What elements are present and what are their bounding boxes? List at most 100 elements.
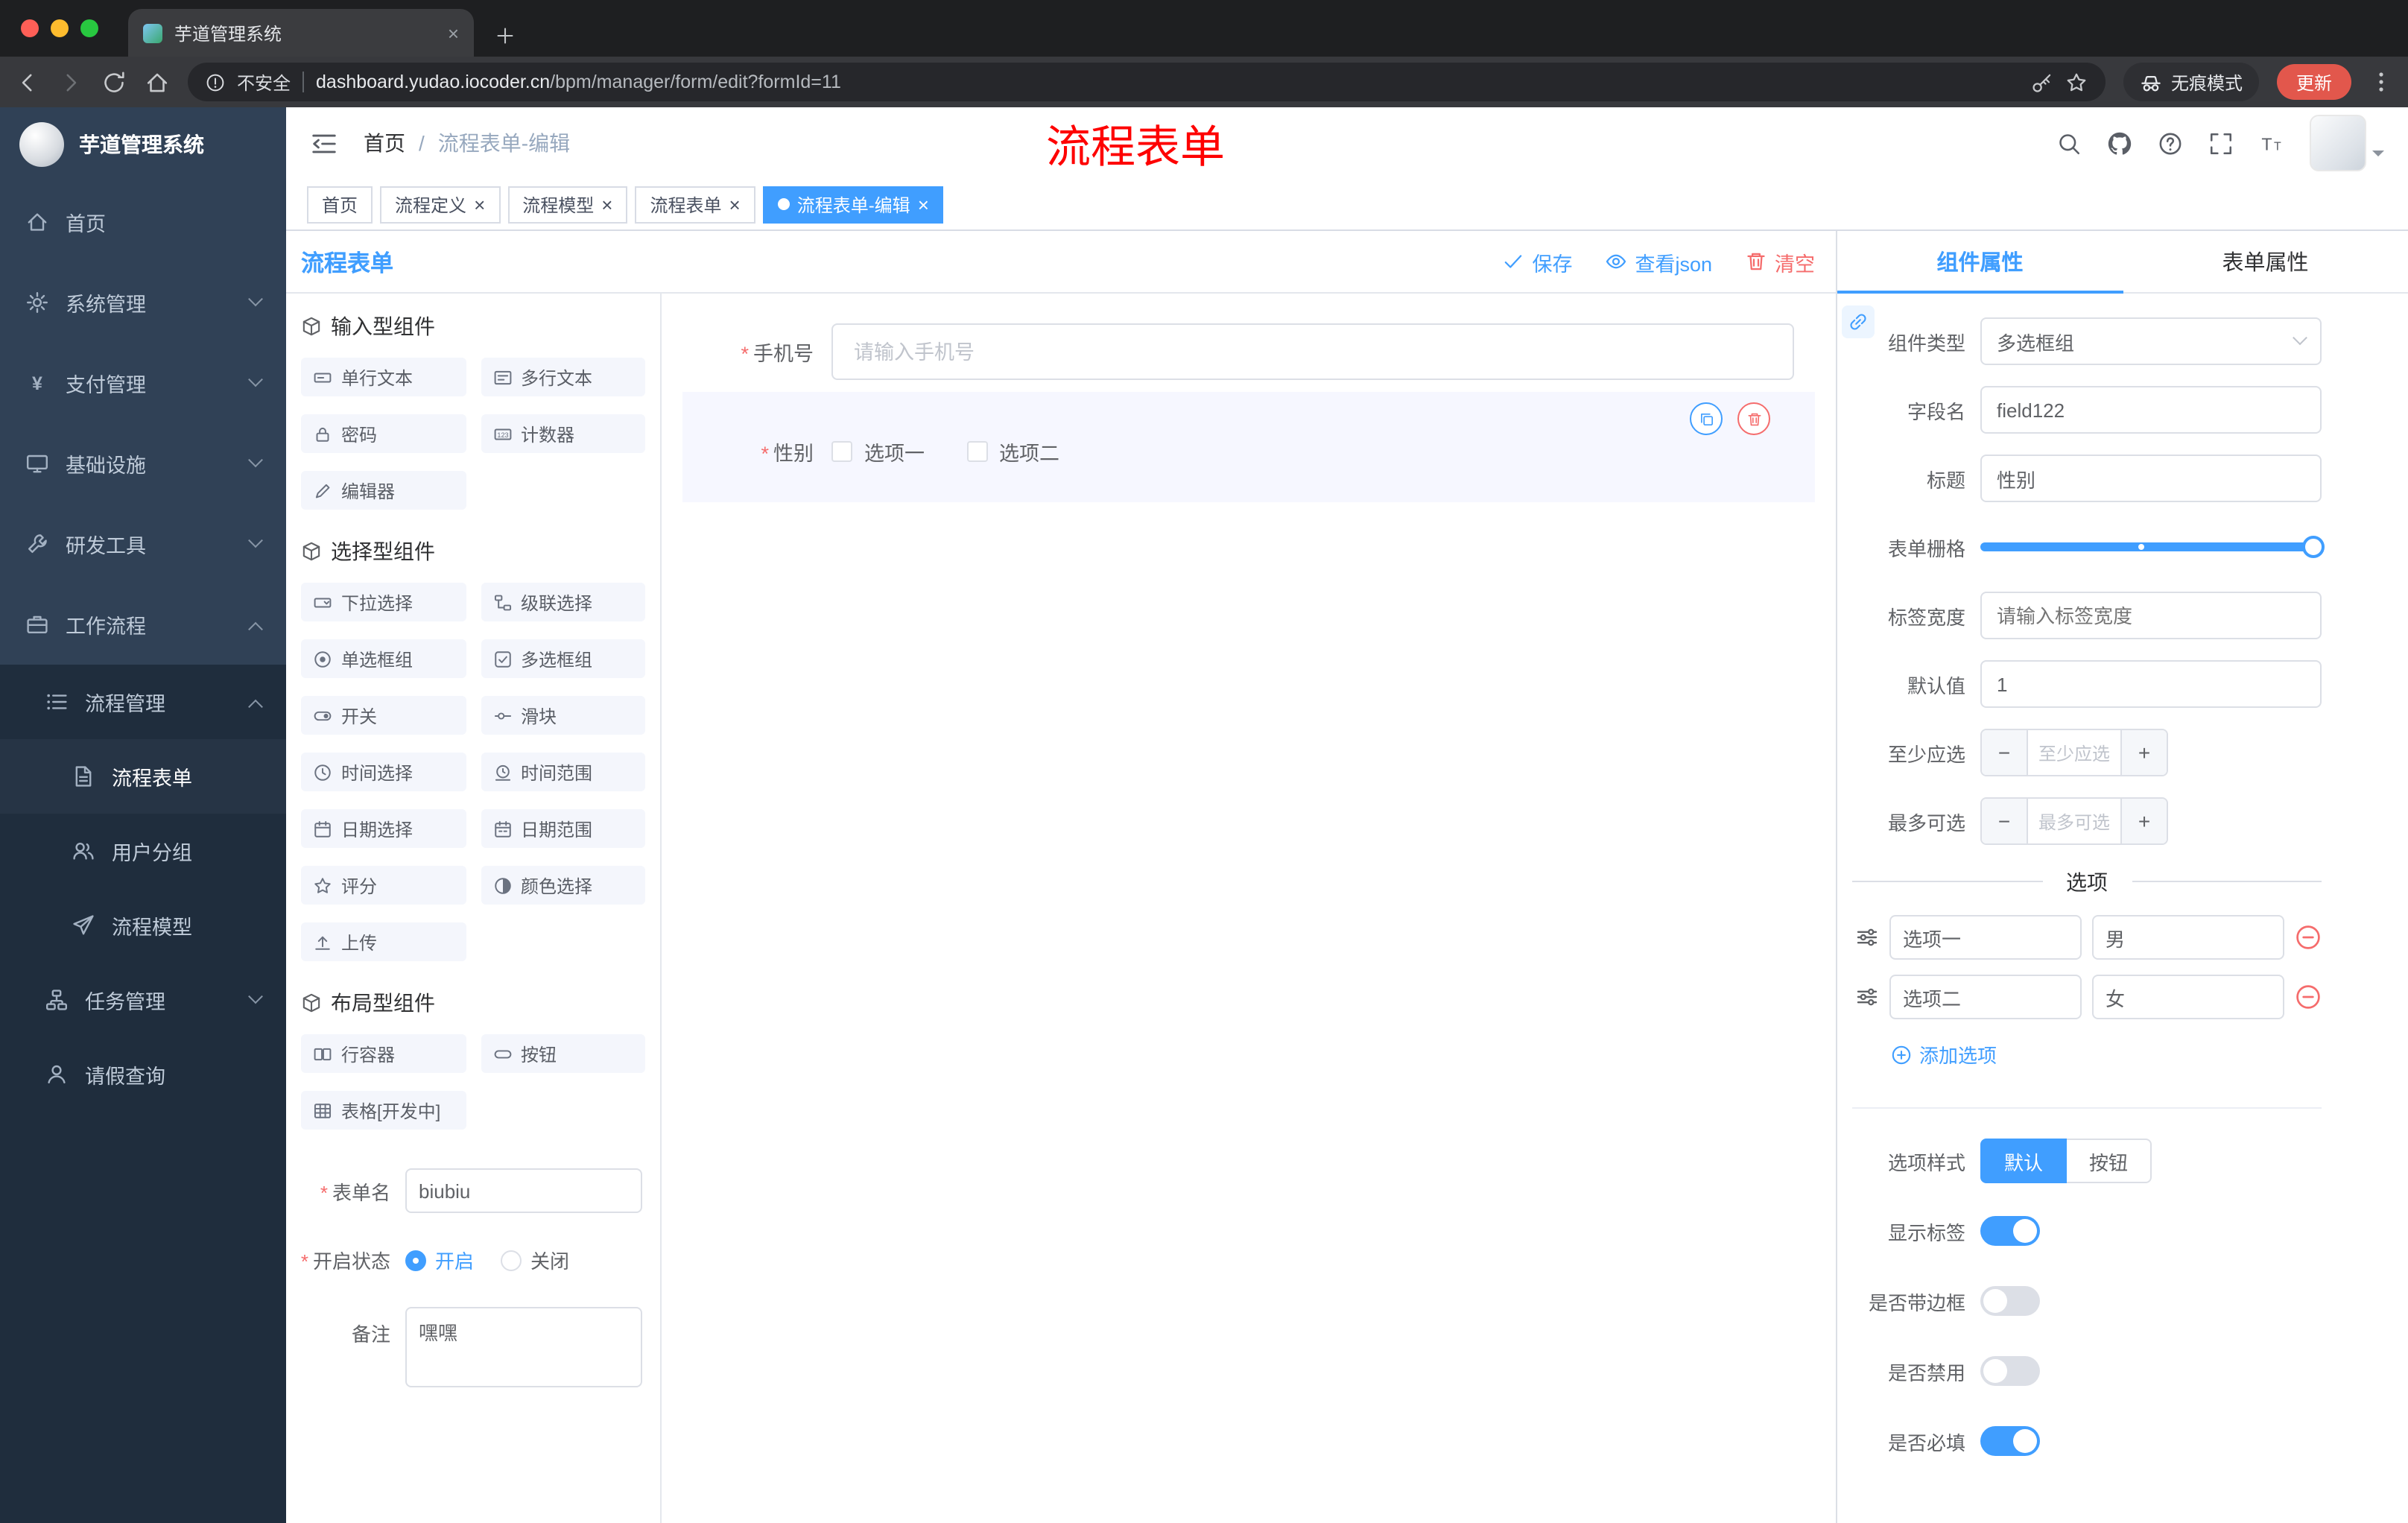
palette-item-date-picker[interactable]: 日期选择: [301, 809, 466, 848]
phone-input[interactable]: [851, 339, 1775, 364]
tag-home[interactable]: 首页: [307, 186, 373, 223]
avatar[interactable]: [2310, 115, 2366, 171]
palette-item-select[interactable]: 下拉选择: [301, 583, 466, 621]
default-value-input[interactable]: [1980, 660, 2322, 708]
sidebar-item-user-group[interactable]: 用户分组: [0, 814, 286, 888]
canvas-field-gender[interactable]: 性别 选项一 选项二: [682, 392, 1815, 502]
sidebar-item-leave-query[interactable]: 请假查询: [0, 1037, 286, 1112]
field-name-input[interactable]: [1980, 386, 2322, 434]
browser-tab[interactable]: 芋道管理系统 ×: [128, 9, 474, 57]
tag-close-icon[interactable]: ×: [601, 194, 612, 214]
forward-button[interactable]: [58, 69, 83, 95]
save-button[interactable]: 保存: [1502, 247, 1572, 276]
gender-option-1[interactable]: 选项一: [831, 437, 925, 466]
sidebar-item-process-model[interactable]: 流程模型: [0, 888, 286, 963]
copy-field-button[interactable]: [1690, 402, 1723, 435]
tag-close-icon[interactable]: ×: [474, 194, 485, 214]
increase-button[interactable]: +: [2120, 730, 2167, 775]
checkbox-icon[interactable]: [966, 441, 987, 462]
option-label-input[interactable]: [1889, 975, 2082, 1019]
tag-process-model[interactable]: 流程模型 ×: [507, 186, 628, 223]
palette-item-button[interactable]: 按钮: [481, 1034, 645, 1073]
clear-button[interactable]: 清空: [1745, 247, 1815, 276]
tag-close-icon[interactable]: ×: [918, 194, 929, 214]
sidebar-item-home[interactable]: 首页: [0, 182, 286, 262]
palette-item-radio-group[interactable]: 单选框组: [301, 639, 466, 678]
option-label-input[interactable]: [1889, 915, 2082, 960]
window-minimize-button[interactable]: [51, 19, 69, 37]
palette-item-rate[interactable]: 评分: [301, 866, 466, 905]
new-tab-button[interactable]: [495, 25, 516, 46]
sidebar-item-infrastructure[interactable]: 基础设施: [0, 423, 286, 504]
option-value-input[interactable]: [2092, 915, 2284, 960]
max-select-value[interactable]: 最多可选: [2028, 799, 2120, 843]
remove-option-button[interactable]: [2295, 984, 2322, 1010]
palette-item-checkbox-group[interactable]: 多选框组: [481, 639, 645, 678]
option-value-input[interactable]: [2092, 975, 2284, 1019]
palette-item-multi-line-text[interactable]: 多行文本: [481, 358, 645, 396]
sidebar-collapse-icon[interactable]: [310, 129, 338, 157]
fullscreen-icon[interactable]: [2208, 130, 2234, 156]
sidebar-item-process-form[interactable]: 流程表单: [0, 739, 286, 814]
search-icon[interactable]: [2056, 130, 2082, 156]
status-radio-on[interactable]: 开启: [405, 1246, 474, 1274]
sidebar-item-payment-management[interactable]: 支付管理: [0, 343, 286, 423]
sidebar-item-system-management[interactable]: 系统管理: [0, 262, 286, 343]
tag-process-form-edit[interactable]: 流程表单-编辑 ×: [762, 186, 944, 223]
label-width-input[interactable]: [1980, 592, 2322, 639]
user-menu[interactable]: [2310, 115, 2384, 171]
component-type-select[interactable]: 多选框组: [1980, 317, 2322, 365]
palette-item-password[interactable]: 密码: [301, 414, 466, 453]
status-radio-off[interactable]: 关闭: [501, 1246, 569, 1274]
palette-item-color-picker[interactable]: 颜色选择: [481, 866, 645, 905]
palette-item-table[interactable]: 表格[开发中]: [301, 1091, 466, 1130]
help-icon[interactable]: [2158, 130, 2183, 156]
drag-handle-icon[interactable]: [1855, 985, 1879, 1009]
browser-menu-icon[interactable]: [2369, 70, 2393, 94]
style-button-button[interactable]: 按钮: [2067, 1139, 2152, 1183]
tab-component-properties[interactable]: 组件属性: [1837, 231, 2123, 294]
breadcrumb-home[interactable]: 首页: [364, 128, 405, 158]
palette-item-row-container[interactable]: 行容器: [301, 1034, 466, 1073]
palette-item-counter[interactable]: 计数器: [481, 414, 645, 453]
palette-item-upload[interactable]: 上传: [301, 922, 466, 961]
palette-item-switch[interactable]: 开关: [301, 696, 466, 735]
back-button[interactable]: [15, 69, 40, 95]
add-option-button[interactable]: 添加选项: [1891, 1040, 1997, 1068]
palette-item-cascader[interactable]: 级联选择: [481, 583, 645, 621]
tag-process-definition[interactable]: 流程定义 ×: [380, 186, 501, 223]
palette-item-slider[interactable]: 滑块: [481, 696, 645, 735]
form-name-input[interactable]: [405, 1168, 642, 1213]
bookmark-star-icon[interactable]: [2065, 71, 2088, 93]
style-default-button[interactable]: 默认: [1980, 1139, 2068, 1183]
decrease-button[interactable]: −: [1982, 799, 2028, 843]
checkbox-icon[interactable]: [831, 441, 852, 462]
form-grid-slider[interactable]: [1980, 523, 2325, 571]
required-switch[interactable]: [1980, 1426, 2040, 1456]
tag-process-form[interactable]: 流程表单 ×: [635, 186, 755, 223]
remove-option-button[interactable]: [2295, 924, 2322, 951]
sidebar-item-task-management[interactable]: 任务管理: [0, 963, 286, 1037]
increase-button[interactable]: +: [2120, 799, 2167, 843]
sidebar-item-workflow[interactable]: 工作流程: [0, 584, 286, 665]
min-select-value[interactable]: 至少应选: [2028, 730, 2120, 775]
link-button[interactable]: [1842, 305, 1875, 338]
palette-item-date-range[interactable]: 日期范围: [481, 809, 645, 848]
reload-button[interactable]: [101, 69, 127, 95]
github-icon[interactable]: [2107, 130, 2132, 156]
sidebar-item-dev-tools[interactable]: 研发工具: [0, 504, 286, 584]
palette-item-time-range[interactable]: 时间范围: [481, 753, 645, 791]
window-close-button[interactable]: [21, 19, 39, 37]
decrease-button[interactable]: −: [1982, 730, 2028, 775]
drag-handle-icon[interactable]: [1855, 925, 1879, 949]
gender-option-2[interactable]: 选项二: [966, 437, 1059, 466]
address-bar[interactable]: 不安全 dashboard.yudao.iocoder.cn/bpm/manag…: [188, 63, 2106, 101]
view-json-button[interactable]: 查看json: [1605, 247, 1712, 276]
window-zoom-button[interactable]: [80, 19, 98, 37]
tag-close-icon[interactable]: ×: [729, 194, 741, 214]
browser-update-button[interactable]: 更新: [2276, 64, 2351, 100]
sidebar-item-process-management[interactable]: 流程管理: [0, 665, 286, 739]
palette-item-time-picker[interactable]: 时间选择: [301, 753, 466, 791]
palette-item-single-line-text[interactable]: 单行文本: [301, 358, 466, 396]
font-size-icon[interactable]: [2259, 130, 2284, 156]
